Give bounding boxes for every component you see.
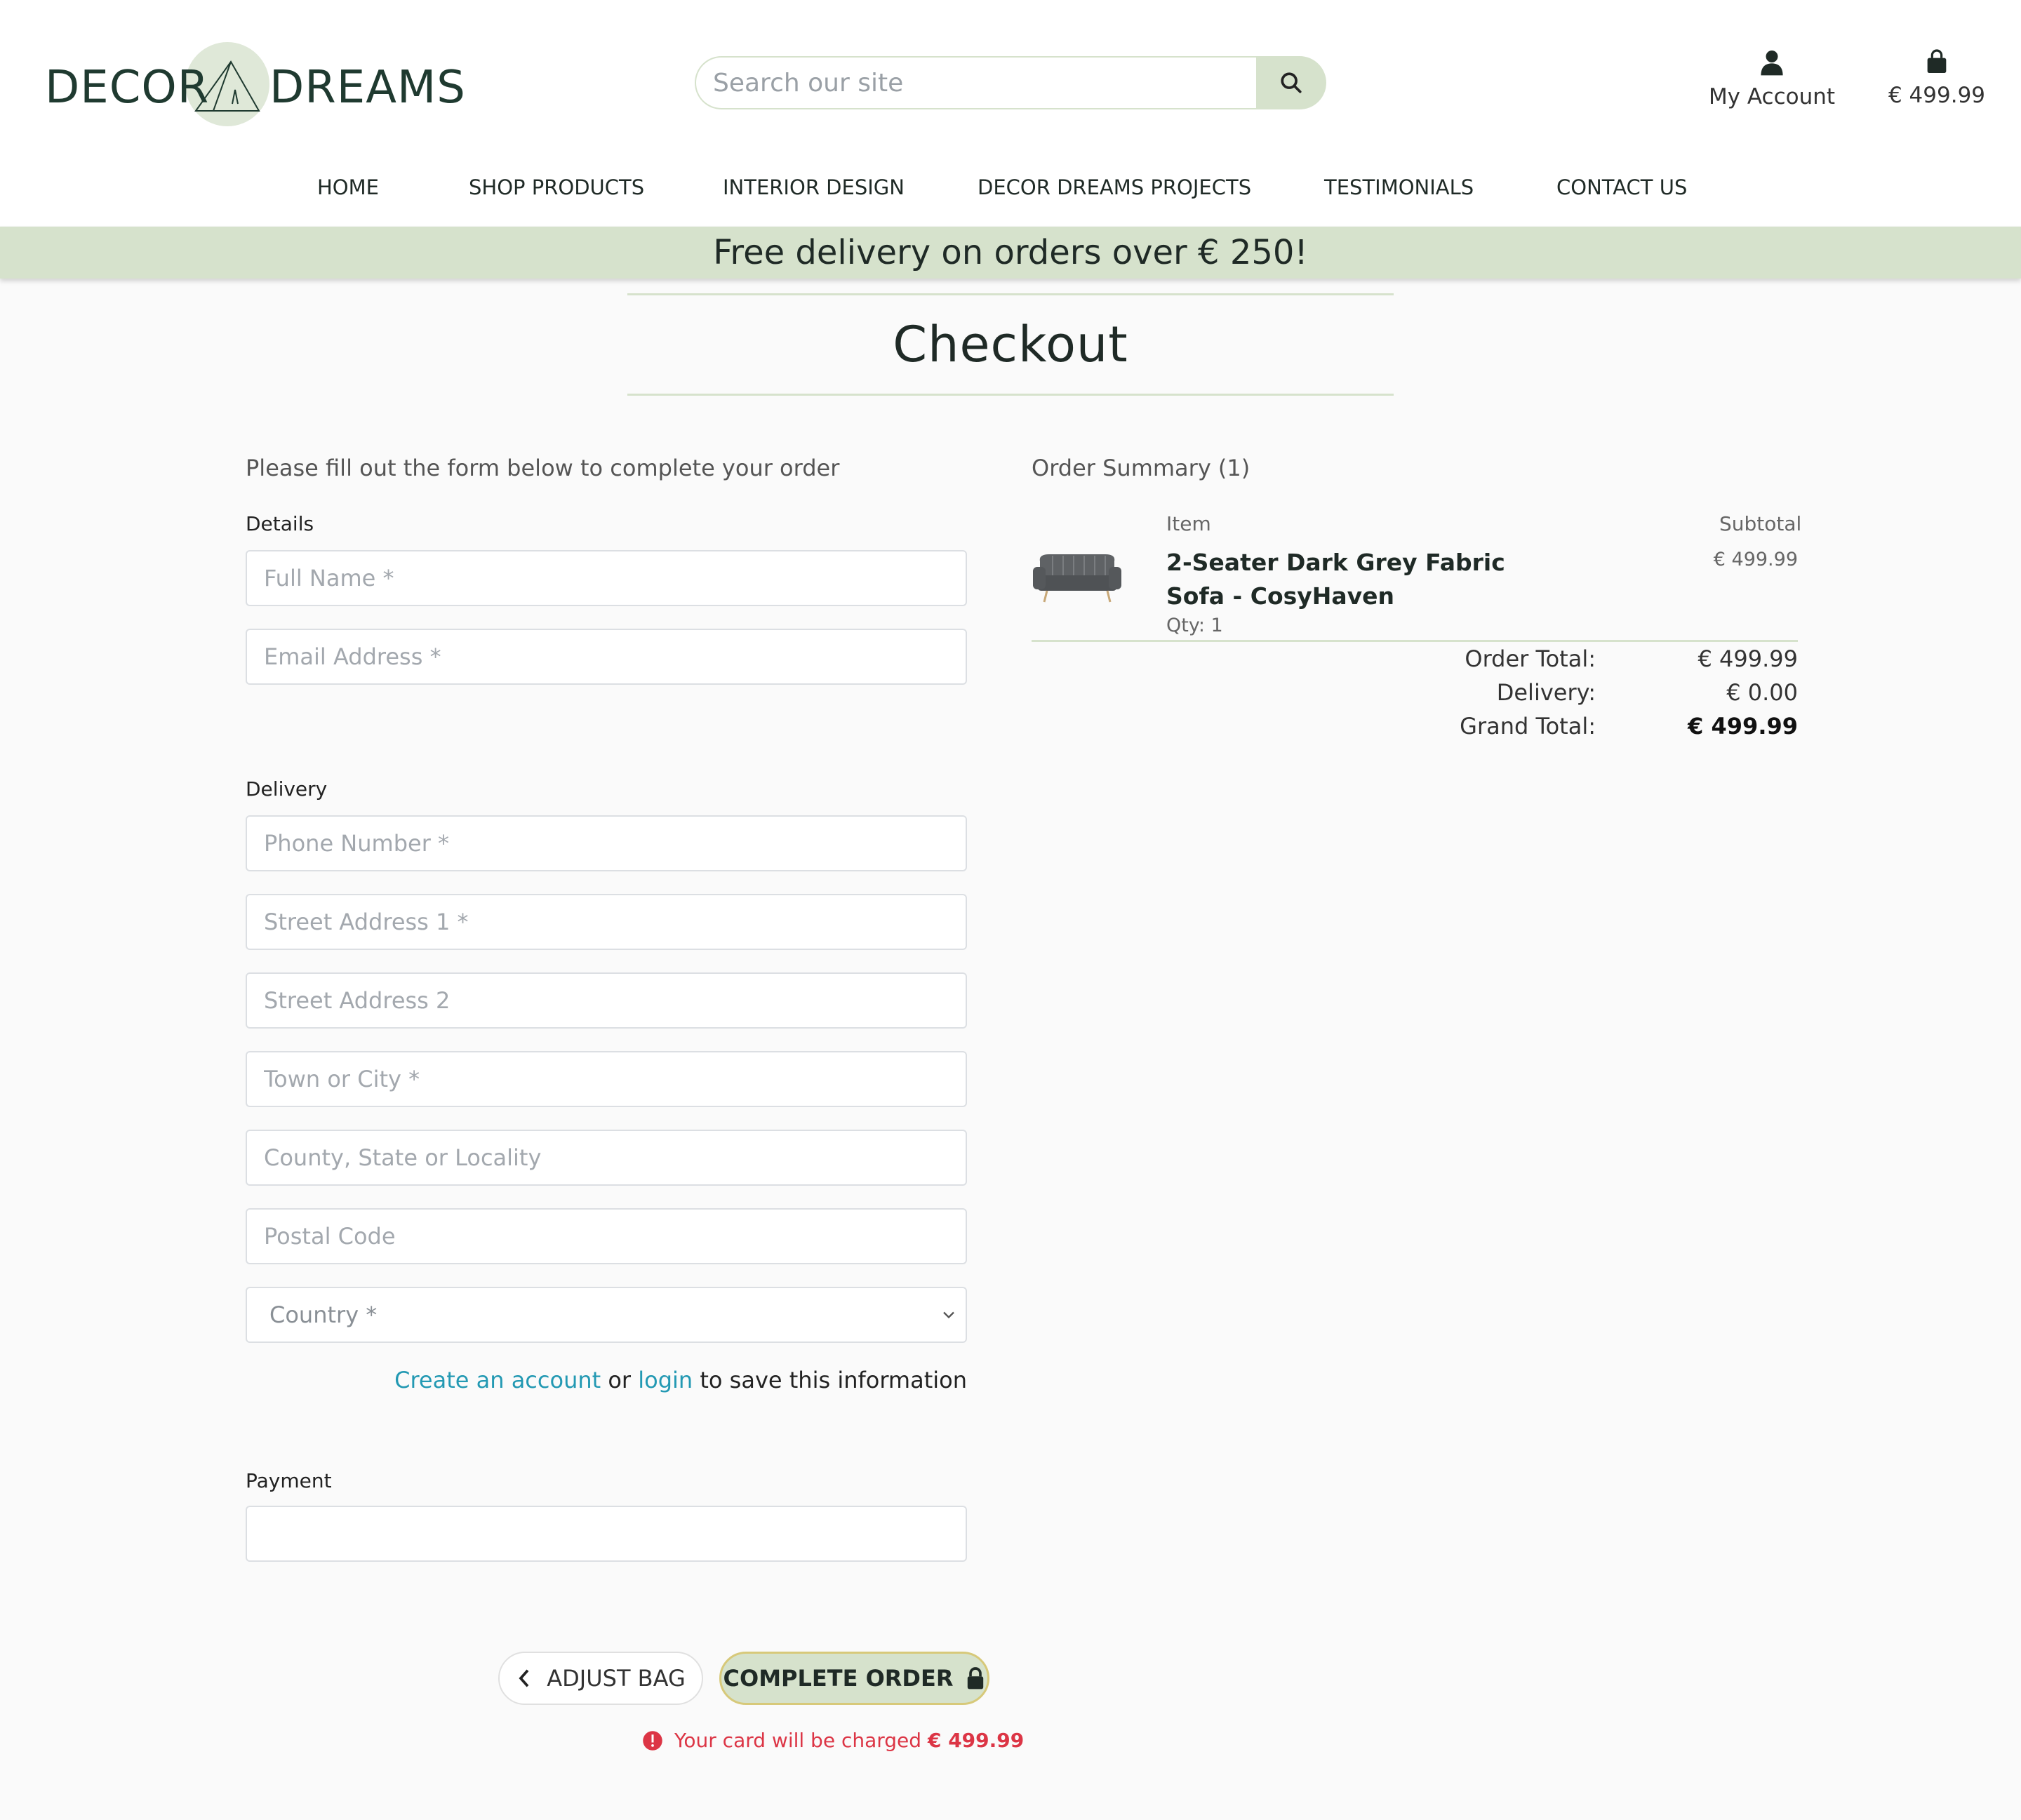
summary-item-qty: Qty: 1 [1166, 615, 1223, 636]
page-title-wrap: Checkout [627, 293, 1394, 396]
create-account-link[interactable]: Create an account [394, 1367, 601, 1393]
chevron-left-icon [519, 1669, 529, 1687]
search-button[interactable] [1256, 56, 1326, 109]
details-label: Details [246, 512, 314, 535]
nav-contact-us[interactable]: CONTACT US [1556, 175, 1687, 199]
country-select[interactable]: Country * [246, 1287, 967, 1343]
summary-divider [1032, 640, 1798, 642]
grand-total-label: Grand Total: [1460, 713, 1596, 740]
complete-order-button[interactable]: COMPLETE ORDER [719, 1652, 989, 1705]
summary-subtotal-header: Subtotal [1719, 512, 1802, 535]
user-icon [1761, 51, 1783, 76]
charge-notice: Your card will be charged € 499.99 [642, 1729, 1024, 1752]
summary-item-header: Item [1166, 512, 1211, 535]
or-text: or [608, 1367, 632, 1393]
search-bar [695, 56, 1326, 109]
brand-name-left: DECOR [45, 62, 210, 114]
brand-logo[interactable]: DECOR DREAMS [45, 41, 466, 128]
complete-order-label: COMPLETE ORDER [723, 1665, 954, 1692]
phone-field[interactable] [246, 815, 967, 871]
charge-text: Your card will be charged [674, 1729, 922, 1752]
my-account-link[interactable]: My Account [1691, 49, 1853, 109]
street-address-2-field[interactable] [246, 972, 967, 1029]
nav-interior-design[interactable]: INTERIOR DESIGN [723, 175, 905, 199]
grand-total-value: € 499.99 [1688, 713, 1798, 740]
search-icon [1281, 72, 1302, 93]
nav-home[interactable]: HOME [317, 175, 379, 199]
town-city-field[interactable] [246, 1051, 967, 1107]
payment-label: Payment [246, 1469, 332, 1492]
summary-item-name: 2-Seater Dark Grey Fabric Sofa - CosyHav… [1166, 549, 1505, 610]
email-field[interactable] [246, 629, 967, 685]
lock-icon [968, 1667, 984, 1689]
save-text: to save this information [700, 1367, 967, 1393]
order-total-label: Order Total: [1465, 645, 1596, 672]
search-input[interactable] [695, 56, 1259, 109]
order-summary-title: Order Summary (1) [1032, 455, 1250, 481]
bag-total: € 499.99 [1888, 83, 1986, 108]
main-nav: HOME SHOP PRODUCTS INTERIOR DESIGN DECOR… [0, 175, 2021, 203]
country-select-value: Country * [269, 1302, 378, 1328]
nav-shop-products[interactable]: SHOP PRODUCTS [469, 175, 644, 199]
nav-decor-dreams-projects[interactable]: DECOR DREAMS PROJECTS [978, 175, 1251, 199]
nav-testimonials[interactable]: TESTIMONIALS [1324, 175, 1474, 199]
charge-amount: € 499.99 [927, 1729, 1025, 1752]
exclamation-circle-icon [643, 1730, 662, 1751]
free-delivery-banner: Free delivery on orders over € 250! [0, 227, 2021, 279]
form-intro: Please fill out the form below to comple… [246, 455, 840, 481]
county-field[interactable] [246, 1130, 967, 1186]
delivery-label: Delivery [246, 777, 328, 801]
page-title: Checkout [893, 316, 1128, 373]
adjust-bag-button[interactable]: ADJUST BAG [498, 1652, 703, 1705]
brand-name-right: DREAMS [269, 62, 466, 114]
order-total-value: € 499.99 [1697, 645, 1799, 672]
shopping-bag-link[interactable]: € 499.99 [1881, 49, 1993, 108]
chevron-down-icon [943, 1311, 954, 1319]
delivery-cost-label: Delivery: [1496, 679, 1596, 706]
sofa-product-image[interactable] [1032, 540, 1123, 610]
postal-code-field[interactable] [246, 1208, 967, 1264]
login-link[interactable]: login [638, 1367, 693, 1393]
save-info-text: Create an account or login to save this … [246, 1367, 967, 1393]
my-account-label: My Account [1708, 84, 1836, 109]
site-header: DECOR DREAMS My Account € 499.99 HOME SH… [0, 0, 2021, 226]
adjust-bag-label: ADJUST BAG [547, 1665, 686, 1692]
delivery-cost-value: € 0.00 [1726, 679, 1798, 706]
card-payment-field[interactable] [246, 1506, 967, 1562]
summary-item-price: € 499.99 [1713, 549, 1798, 570]
shopping-bag-icon [1927, 49, 1947, 73]
full-name-field[interactable] [246, 550, 967, 606]
street-address-1-field[interactable] [246, 894, 967, 950]
